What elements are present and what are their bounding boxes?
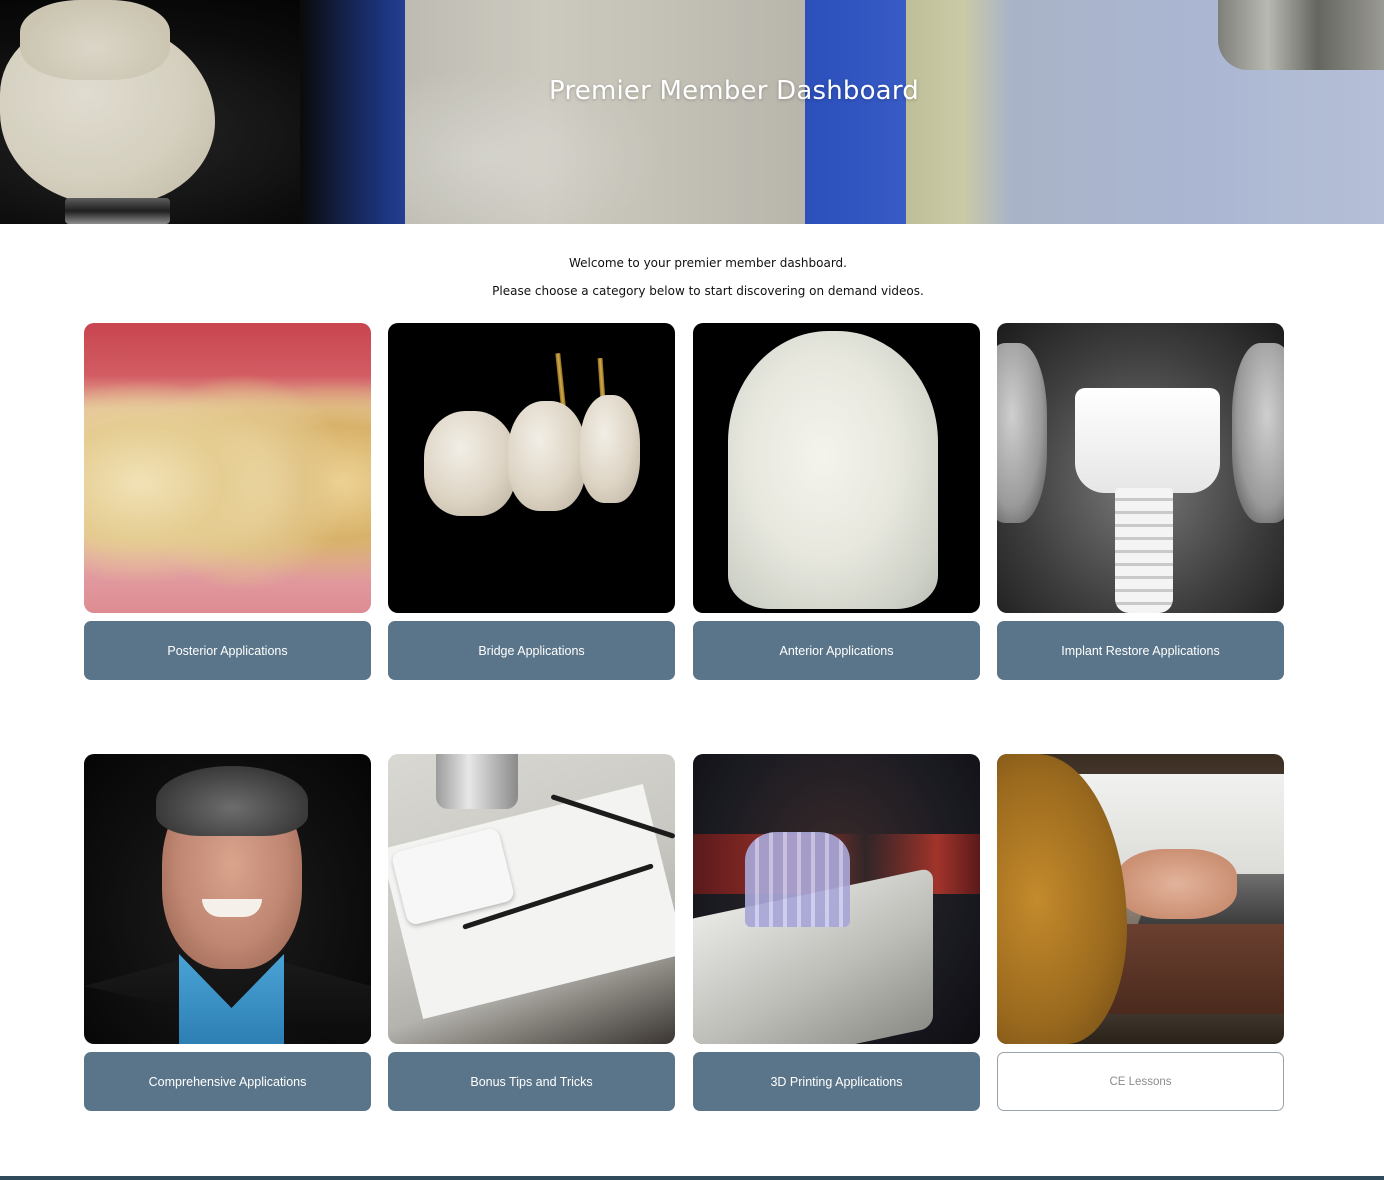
implant-xray-photo[interactable]: [997, 323, 1284, 613]
footer-divider: [0, 1176, 1384, 1180]
3d-printed-model-photo[interactable]: [693, 754, 980, 1044]
bridge-applications-button[interactable]: Bridge Applications: [388, 621, 675, 680]
implant-restore-applications-button[interactable]: Implant Restore Applications: [997, 621, 1284, 680]
anterior-applications-button[interactable]: Anterior Applications: [693, 621, 980, 680]
implant-screw-shape: [1115, 488, 1173, 613]
bridge-tooth-left: [424, 411, 516, 516]
tips-spray-can: [436, 754, 518, 809]
3d-printing-applications-button[interactable]: 3D Printing Applications: [693, 1052, 980, 1111]
typing-hand: [1117, 849, 1237, 919]
implant-xray-left-tooth: [997, 343, 1047, 523]
palette-brushes-photo[interactable]: [388, 754, 675, 1044]
bonus-tips-and-tricks-button[interactable]: Bonus Tips and Tricks: [388, 1052, 675, 1111]
printed-dental-model: [745, 832, 850, 927]
ce-lessons-button[interactable]: CE Lessons: [997, 1052, 1284, 1111]
portrait-smile: [202, 899, 262, 917]
portrait-hair: [156, 766, 308, 836]
instructions-text: Please choose a category below to start …: [492, 284, 924, 298]
hero-banner: Premier Member Dashboard: [0, 0, 1384, 224]
page-title: Premier Member Dashboard: [549, 76, 919, 106]
hero-overlay: [0, 0, 1384, 224]
anterior-tooth-shape: [728, 331, 938, 609]
posterior-teeth-photo[interactable]: [84, 323, 371, 613]
implant-crown-shape: [1075, 388, 1220, 493]
presenter-portrait-photo[interactable]: [84, 754, 371, 1044]
bridge-crowns-photo[interactable]: [388, 323, 675, 613]
bridge-tooth-middle: [508, 401, 586, 511]
laptop-wood-tray: [1107, 924, 1284, 1014]
implant-xray-right-tooth: [1232, 343, 1284, 523]
welcome-text: Welcome to your premier member dashboard…: [569, 256, 847, 270]
comprehensive-applications-button[interactable]: Comprehensive Applications: [84, 1052, 371, 1111]
bridge-tooth-right: [580, 395, 640, 503]
posterior-applications-button[interactable]: Posterior Applications: [84, 621, 371, 680]
page: Premier Member Dashboard Welcome to your…: [0, 0, 1384, 1180]
anterior-tooth-photo[interactable]: [693, 323, 980, 613]
laptop-typing-photo[interactable]: [997, 754, 1284, 1044]
